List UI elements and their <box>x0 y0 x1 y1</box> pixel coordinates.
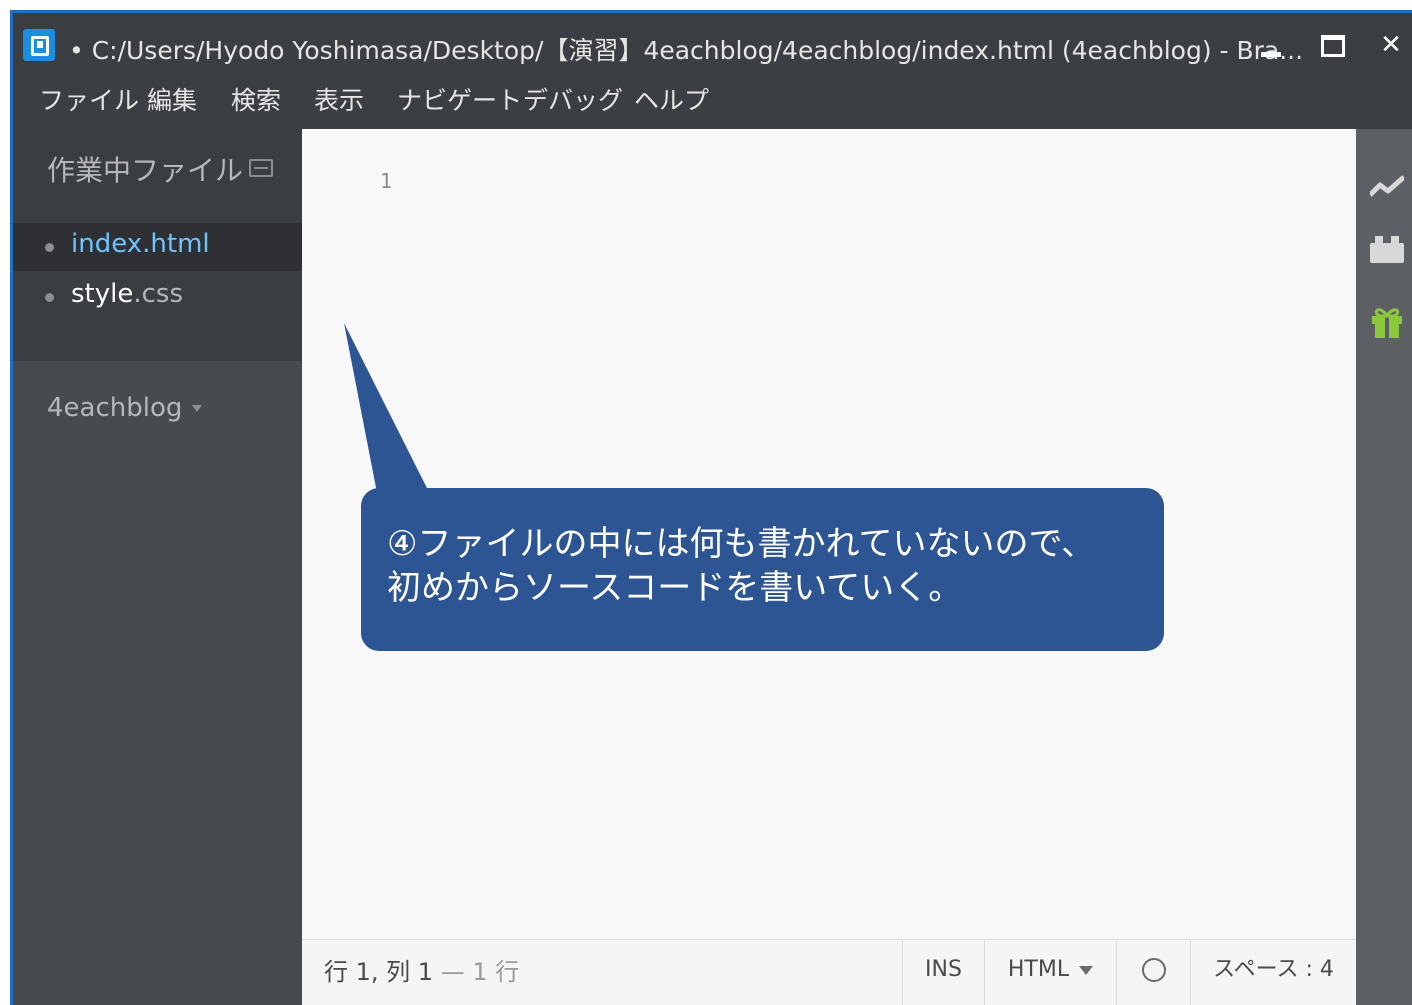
working-files-section: 作業中ファイル index.html style.css <box>13 129 302 361</box>
callout-line-1: ④ファイルの中には何も書かれていないので、 <box>387 524 1096 564</box>
maximize-button[interactable] <box>1311 25 1355 65</box>
working-file-name: style.css <box>71 279 184 309</box>
file-dot-icon <box>45 293 54 302</box>
extension-manager-icon[interactable] <box>1370 233 1404 267</box>
working-file-item[interactable]: index.html <box>13 223 302 271</box>
right-toolbar <box>1356 129 1412 1005</box>
caret-down-icon <box>1079 965 1094 975</box>
menu-file[interactable]: ファイル <box>39 81 139 117</box>
split-view-icon[interactable] <box>249 159 273 177</box>
file-dot-icon <box>45 243 54 252</box>
working-file-item[interactable]: style.css <box>13 273 302 321</box>
menu-debug[interactable]: デバッグ <box>523 81 623 117</box>
menu-view[interactable]: 表示 <box>314 81 364 117</box>
menu-edit[interactable]: 編集 <box>147 81 197 117</box>
lint-circle-icon <box>1141 958 1166 982</box>
brackets-app-icon <box>23 29 55 61</box>
working-files-title: 作業中ファイル <box>47 154 244 187</box>
caret-down-icon <box>192 405 203 412</box>
maximize-icon <box>1321 35 1345 57</box>
menu-bar: ファイル 編集 検索 表示 ナビゲート デバッグ ヘルプ <box>13 77 1412 129</box>
live-preview-icon[interactable] <box>1370 169 1404 203</box>
linter-status[interactable] <box>1116 940 1190 1005</box>
language-label: HTML <box>1007 957 1070 982</box>
cursor-position: 行 1, 列 1 <box>324 958 434 986</box>
menu-help[interactable]: ヘルプ <box>634 81 709 117</box>
cursor-position-status: 行 1, 列 1 — 1 行 <box>324 952 519 987</box>
title-bar: • C:/Users/Hyodo Yoshimasa/Desktop/【演習】4… <box>13 13 1412 77</box>
status-bar: 行 1, 列 1 — 1 行 INS HTML スペース : 4 <box>302 939 1356 1005</box>
gift-icon[interactable] <box>1370 305 1404 339</box>
line-count: — 1 行 <box>440 958 520 986</box>
annotation-callout: ④ファイルの中には何も書かれていないので、 初めからソースコードを書いていく。 <box>361 488 1164 651</box>
minimize-icon <box>1261 51 1281 57</box>
minimize-button[interactable] <box>1249 25 1293 65</box>
window-title: • C:/Users/Hyodo Yoshimasa/Desktop/【演習】4… <box>69 36 1304 65</box>
indent-setting[interactable]: スペース : 4 <box>1190 940 1356 1005</box>
working-file-name: index.html <box>71 229 210 259</box>
callout-line-2: 初めからソースコードを書いていく。 <box>387 568 963 608</box>
menu-find[interactable]: 検索 <box>231 81 281 117</box>
sidebar: 作業中ファイル index.html style.css 4eachblog <box>13 129 302 1005</box>
insert-mode-toggle[interactable]: INS <box>902 940 984 1005</box>
project-dropdown[interactable]: 4eachblog <box>47 393 203 423</box>
project-name: 4eachblog <box>47 393 183 423</box>
menu-navigate[interactable]: ナビゲート <box>397 81 522 117</box>
line-number: 1 <box>380 169 393 193</box>
language-select[interactable]: HTML <box>984 940 1116 1005</box>
close-button[interactable]: ✕ <box>1369 25 1412 65</box>
